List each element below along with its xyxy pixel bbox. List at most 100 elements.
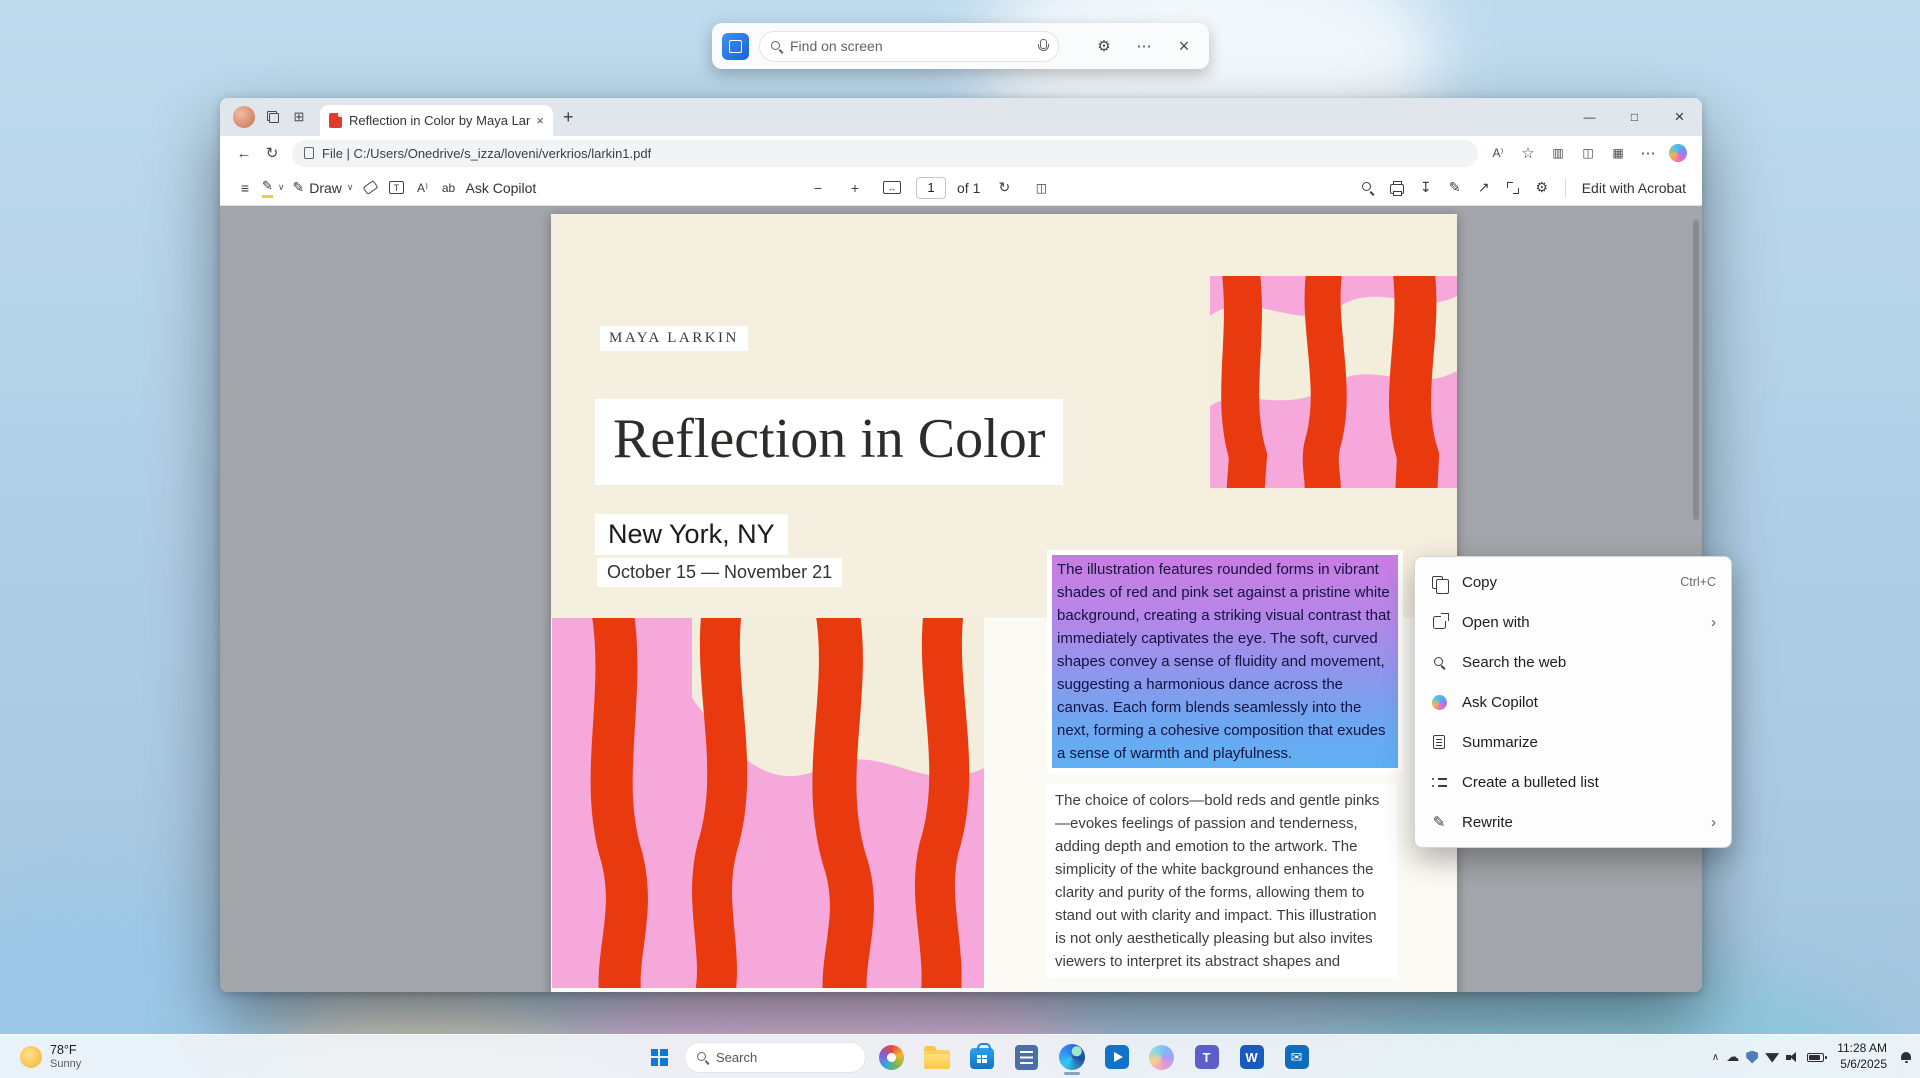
highlighted-paragraph-box[interactable]: The illustration features rounded forms … xyxy=(1047,550,1403,773)
battery-icon[interactable] xyxy=(1807,1053,1824,1062)
menu-item-search-the-web[interactable]: Search the web xyxy=(1415,642,1731,682)
zoom-out-button[interactable]: − xyxy=(805,174,831,202)
menu-item-ask-copilot[interactable]: Ask Copilot xyxy=(1415,682,1731,722)
menu-item-summarize[interactable]: Summarize xyxy=(1415,722,1731,762)
browser-more-button[interactable]: ⋯ xyxy=(1634,139,1662,167)
word-icon: W xyxy=(1240,1045,1264,1069)
menu-item-open-with[interactable]: Open with › xyxy=(1415,602,1731,642)
ask-copilot-button[interactable]: Ask Copilot xyxy=(462,174,541,202)
find-search-box[interactable] xyxy=(759,31,1059,62)
find-input[interactable] xyxy=(790,38,1030,54)
new-tab-button[interactable]: + xyxy=(563,107,574,128)
print-button[interactable] xyxy=(1384,174,1410,202)
menu-item-copy[interactable]: Copy Ctrl+C xyxy=(1415,562,1731,602)
page-number-input[interactable] xyxy=(916,177,946,199)
erase-button[interactable] xyxy=(358,174,384,202)
draw-button[interactable]: ✎ Draw ∨ xyxy=(289,174,358,202)
window-close-button[interactable]: × xyxy=(1657,98,1702,136)
context-menu: Copy Ctrl+C Open with › Search the web A… xyxy=(1414,556,1732,848)
weather-widget[interactable]: 78°F Sunny xyxy=(14,1035,87,1078)
share-button[interactable]: ↗ xyxy=(1471,174,1497,202)
windows-logo-icon xyxy=(651,1049,668,1066)
taskbar: 78°F Sunny xyxy=(0,1034,1920,1078)
fit-to-width-button[interactable]: ↔ xyxy=(879,174,905,202)
extensions-button[interactable]: ▦ xyxy=(1604,139,1632,167)
security-shield-icon[interactable] xyxy=(1746,1051,1758,1064)
save-button[interactable]: ↧ xyxy=(1413,174,1439,202)
volume-icon[interactable] xyxy=(1786,1052,1800,1063)
desktop[interactable]: ⚙ ⋯ × ⊞ Reflection in Color by Maya Lark… xyxy=(0,0,1920,1078)
gear-icon: ⚙ xyxy=(1097,37,1110,55)
table-of-contents-button[interactable]: ≡ xyxy=(232,174,258,202)
pdf-toolbar: ≡ ✎ ∨ ✎ Draw ∨ T A⁾ ab Ask Copilot xyxy=(220,170,1702,206)
page-count-label: of 1 xyxy=(957,180,980,196)
read-aloud-button[interactable]: A⁾ xyxy=(1484,139,1512,167)
taskbar-search-input[interactable] xyxy=(716,1050,836,1065)
tab-actions-button[interactable] xyxy=(260,104,286,130)
copilot-button[interactable] xyxy=(1664,139,1692,167)
taskbar-app-notepad[interactable] xyxy=(1007,1037,1046,1077)
minimize-button[interactable]: — xyxy=(1567,98,1612,136)
taskbar-clock[interactable]: 11:28 AM 5/6/2025 xyxy=(1837,1041,1887,1072)
text-box-icon: T xyxy=(389,181,404,194)
document-dates: October 15 — November 21 xyxy=(597,558,842,587)
taskbar-search-box[interactable] xyxy=(684,1042,866,1073)
refresh-button[interactable]: ↻ xyxy=(258,139,286,167)
start-button[interactable] xyxy=(640,1038,678,1076)
favorites-button[interactable]: ☆ xyxy=(1514,139,1542,167)
taskbar-app-teams[interactable]: T xyxy=(1187,1037,1226,1077)
copilot-icon xyxy=(1432,695,1447,710)
taskbar-app-word[interactable]: W xyxy=(1232,1037,1271,1077)
taskbar-app-file-explorer[interactable] xyxy=(917,1037,956,1077)
store-icon xyxy=(970,1048,994,1069)
hidden-icons-button[interactable]: ∧ xyxy=(1712,1052,1719,1063)
find-settings-button[interactable]: ⚙ xyxy=(1089,31,1119,61)
profile-avatar[interactable] xyxy=(233,106,255,128)
copilot-icon xyxy=(1669,144,1687,162)
read-aloud-pdf-button[interactable]: A⁾ xyxy=(410,174,436,202)
visual-search-icon[interactable] xyxy=(722,33,749,60)
page-view-button[interactable]: ◫ xyxy=(1028,174,1054,202)
taskbar-app-edge[interactable] xyxy=(1052,1037,1091,1077)
movies-tv-icon xyxy=(1105,1045,1129,1069)
address-bar: ← ↻ File | C:/Users/Onedrive/s_izza/love… xyxy=(220,136,1702,170)
microphone-icon[interactable] xyxy=(1038,39,1047,53)
split-screen-button[interactable]: ◫ xyxy=(1574,139,1602,167)
wifi-icon[interactable] xyxy=(1765,1052,1779,1063)
pdf-settings-button[interactable]: ⚙ xyxy=(1529,174,1555,202)
fullscreen-button[interactable] xyxy=(1500,174,1526,202)
taskbar-app-outlook[interactable]: ✉ xyxy=(1277,1037,1316,1077)
pdf-search-button[interactable] xyxy=(1355,174,1381,202)
add-text-button[interactable]: T xyxy=(384,174,410,202)
tab-close-icon[interactable]: × xyxy=(536,113,544,128)
collections-button[interactable]: ▥ xyxy=(1544,139,1572,167)
taskbar-app-movies-tv[interactable] xyxy=(1097,1037,1136,1077)
highlight-button[interactable]: ✎ ∨ xyxy=(258,174,289,202)
rewrite-icon: ✎ xyxy=(1430,813,1448,831)
rotate-button[interactable]: ↻ xyxy=(991,174,1017,202)
taskbar-app-copilot[interactable] xyxy=(1142,1037,1181,1077)
edit-with-acrobat-button[interactable]: Edit with Acrobat xyxy=(1582,180,1686,196)
notification-bell-icon[interactable] xyxy=(1900,1051,1912,1063)
menu-item-rewrite[interactable]: ✎ Rewrite › xyxy=(1415,802,1731,842)
scrollbar[interactable] xyxy=(1693,220,1699,520)
browser-tab[interactable]: Reflection in Color by Maya Lark × xyxy=(320,105,553,136)
taskbar-app-photos[interactable] xyxy=(872,1037,911,1077)
workspaces-button[interactable]: ⊞ xyxy=(286,104,312,130)
search-icon xyxy=(1362,182,1373,193)
weather-temp: 78°F xyxy=(50,1043,81,1058)
highlighted-paragraph[interactable]: The illustration features rounded forms … xyxy=(1052,555,1398,768)
find-more-button[interactable]: ⋯ xyxy=(1129,31,1159,61)
zoom-in-button[interactable]: + xyxy=(842,174,868,202)
maximize-button[interactable]: □ xyxy=(1612,98,1657,136)
back-button[interactable]: ← xyxy=(230,139,258,167)
url-field[interactable]: File | C:/Users/Onedrive/s_izza/loveni/v… xyxy=(292,140,1478,167)
find-on-screen-bar: ⚙ ⋯ × xyxy=(712,23,1209,69)
menu-item-create-bulleted-list[interactable]: Create a bulleted list xyxy=(1415,762,1731,802)
onedrive-icon[interactable]: ☁ xyxy=(1726,1049,1739,1065)
translate-button[interactable]: ab xyxy=(436,174,462,202)
search-icon xyxy=(771,41,782,52)
find-close-button[interactable]: × xyxy=(1169,31,1199,61)
taskbar-app-store[interactable] xyxy=(962,1037,1001,1077)
annotate-button[interactable]: ✎ xyxy=(1442,174,1468,202)
